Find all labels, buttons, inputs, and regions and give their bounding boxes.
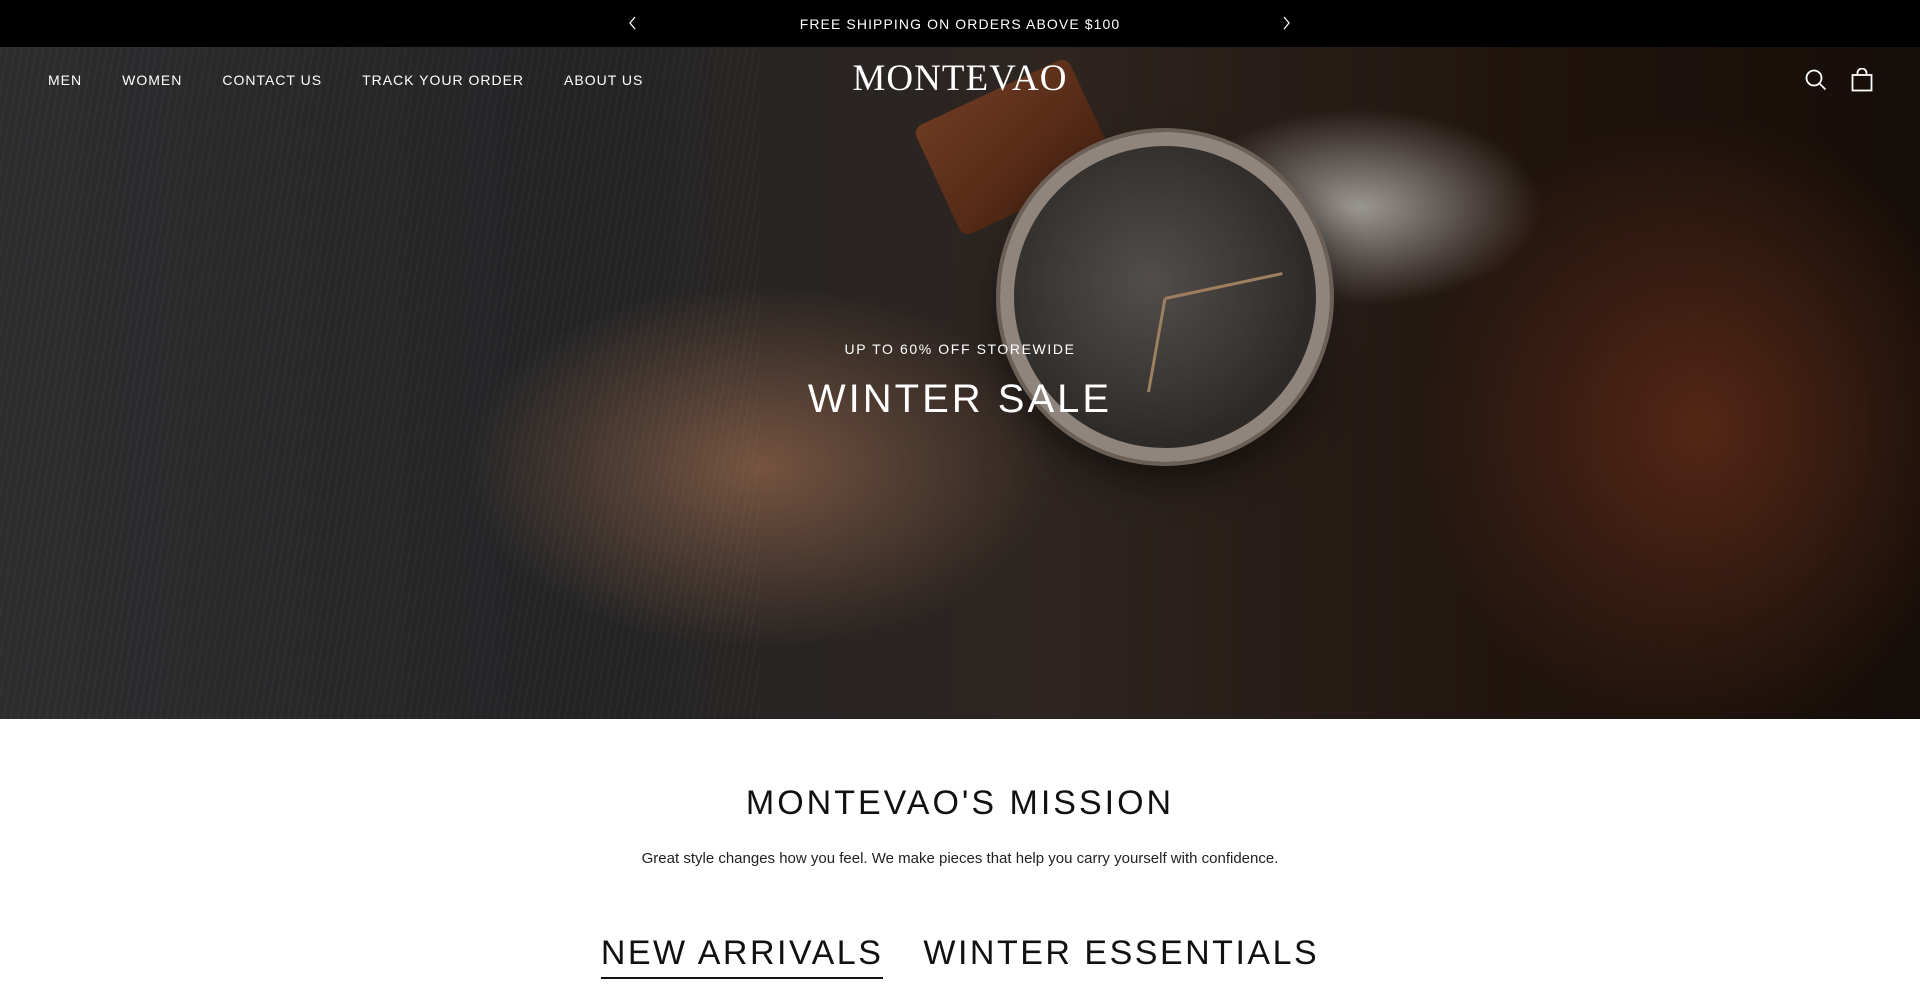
chevron-left-icon xyxy=(629,16,636,30)
hero-subtitle: UP TO 60% OFF STOREWIDE xyxy=(844,341,1076,357)
tab-winter-essentials[interactable]: WINTER ESSENTIALS xyxy=(923,933,1319,979)
tab-new-arrivals[interactable]: NEW ARRIVALS xyxy=(600,933,884,979)
hero-title: WINTER SALE xyxy=(807,377,1113,421)
mission-title: MONTEVAO'S MISSION xyxy=(745,784,1175,822)
shopping-bag-icon xyxy=(1851,68,1873,92)
announcement-prev-button[interactable] xyxy=(622,12,644,34)
nav-item-men[interactable]: MEN xyxy=(48,72,82,88)
nav-item-women[interactable]: WOMEN xyxy=(122,72,182,88)
header-actions xyxy=(1804,67,1874,93)
nav-item-contact-us[interactable]: CONTACT US xyxy=(222,72,322,88)
search-button[interactable] xyxy=(1804,67,1828,93)
chevron-right-icon xyxy=(1283,16,1290,30)
site-header: MEN WOMEN CONTACT US TRACK YOUR ORDER AB… xyxy=(0,47,1920,113)
search-icon xyxy=(1805,69,1827,91)
announcement-next-button[interactable] xyxy=(1275,12,1297,34)
hero-banner[interactable]: UP TO 60% OFF STOREWIDE WINTER SALE xyxy=(0,47,1920,719)
nav-item-track-your-order[interactable]: TRACK YOUR ORDER xyxy=(362,72,524,88)
site-logo[interactable]: MONTEVAO xyxy=(846,57,1074,100)
announcement-text: FREE SHIPPING ON ORDERS ABOVE $100 xyxy=(799,15,1121,32)
announcement-bar: FREE SHIPPING ON ORDERS ABOVE $100 xyxy=(0,0,1920,47)
mission-text: Great style changes how you feel. We mak… xyxy=(641,850,1279,867)
nav-item-about-us[interactable]: ABOUT US xyxy=(564,72,643,88)
main-nav: MEN WOMEN CONTACT US TRACK YOUR ORDER AB… xyxy=(48,72,683,88)
collection-tabs: NEW ARRIVALS WINTER ESSENTIALS xyxy=(0,933,1920,979)
cart-button[interactable] xyxy=(1850,67,1874,93)
